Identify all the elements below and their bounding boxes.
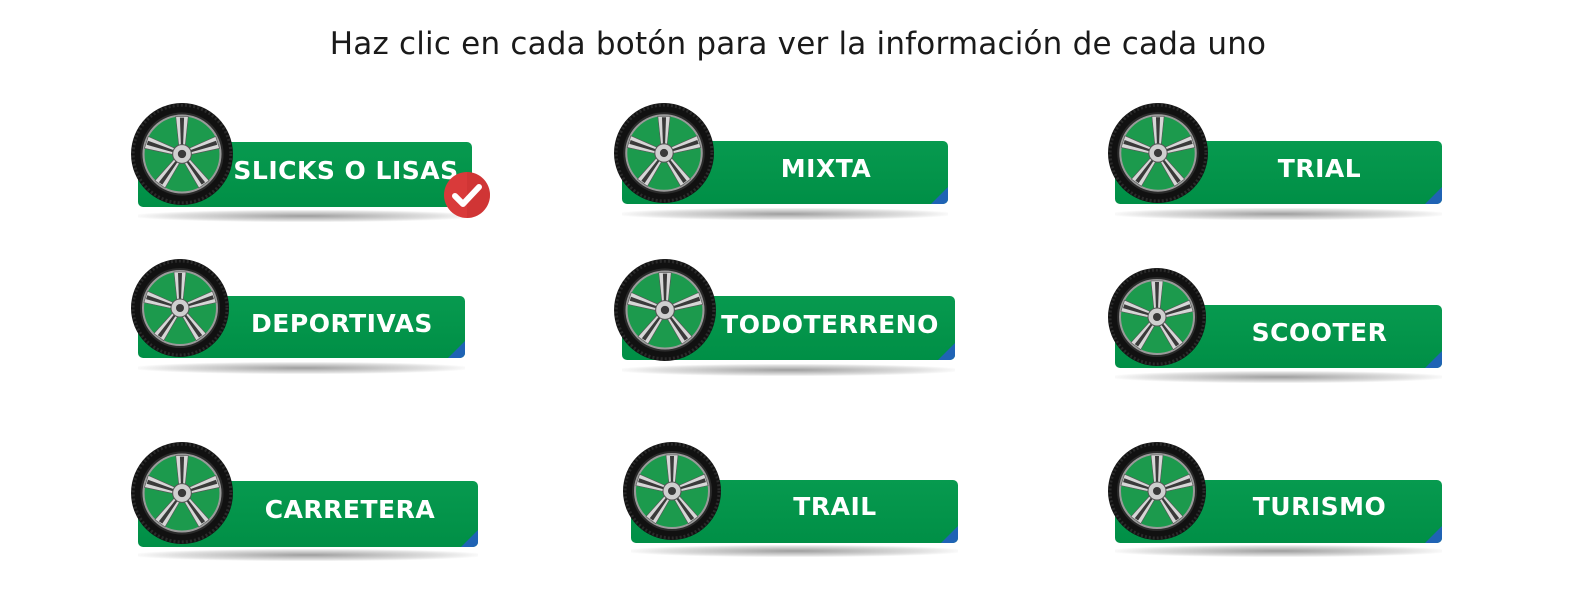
button-label: DEPORTIVAS	[251, 309, 433, 338]
wheel-icon	[613, 258, 717, 362]
wheel-icon	[130, 441, 234, 545]
wheel-icon	[622, 441, 722, 541]
button-shadow	[138, 210, 472, 222]
wheel-icon	[130, 102, 234, 206]
button-shadow	[138, 362, 465, 374]
button-label: TURISMO	[1252, 492, 1387, 521]
corner-accent	[1425, 526, 1442, 543]
button-label: TRAIL	[793, 492, 877, 521]
wheel-icon	[1107, 441, 1207, 541]
turismo-button[interactable]: TURISMO	[1107, 441, 1447, 566]
scooter-button[interactable]: SCOOTER	[1107, 267, 1447, 392]
button-shadow	[138, 549, 478, 561]
trial-button[interactable]: TRIAL	[1107, 102, 1447, 227]
button-shadow	[1115, 208, 1442, 220]
corner-accent	[931, 187, 948, 204]
page-title: Haz clic en cada botón para ver la infor…	[329, 26, 1267, 62]
activity-stage: Haz clic en cada botón para ver la infor…	[0, 0, 1596, 613]
button-label: TRIAL	[1277, 154, 1362, 183]
corner-accent	[448, 341, 465, 358]
deportivas-button[interactable]: DEPORTIVAS	[130, 258, 470, 383]
wheel-icon	[613, 102, 715, 204]
corner-accent	[1425, 187, 1442, 204]
corner-accent	[938, 343, 955, 360]
button-label: CARRETERA	[264, 495, 436, 524]
todoterreno-button[interactable]: TODOTERRENO	[613, 258, 958, 383]
button-shadow	[622, 208, 948, 220]
corner-accent	[941, 526, 958, 543]
corner-accent	[1425, 351, 1442, 368]
button-label: SCOOTER	[1251, 318, 1388, 347]
button-shadow	[1115, 371, 1442, 383]
wheel-icon	[1107, 267, 1207, 367]
mixta-button[interactable]: MIXTA	[613, 102, 953, 227]
checkmark-icon	[444, 172, 490, 218]
carretera-button[interactable]: CARRETERA	[130, 441, 482, 566]
button-shadow	[622, 364, 955, 376]
button-label: MIXTA	[780, 154, 872, 183]
corner-accent	[461, 530, 478, 547]
trail-button[interactable]: TRAIL	[622, 441, 962, 566]
wheel-icon	[130, 258, 230, 358]
button-shadow	[631, 545, 958, 557]
slicks-o-lisas-button[interactable]: SLICKS O LISAS	[130, 102, 500, 227]
button-shadow	[1115, 545, 1442, 557]
wheel-icon	[1107, 102, 1209, 204]
button-label: SLICKS O LISAS	[233, 156, 459, 185]
button-label: TODOTERRENO	[721, 310, 939, 339]
